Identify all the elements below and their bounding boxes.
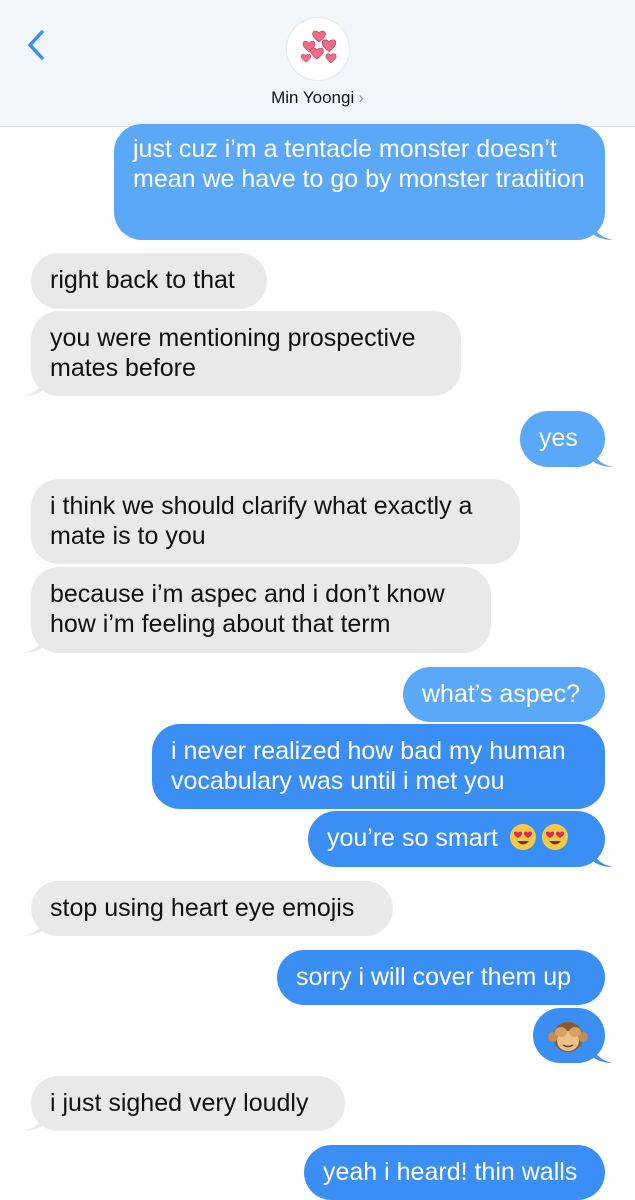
message-text: sorry i will cover them up bbox=[296, 963, 572, 991]
message-outgoing: you’re so smart bbox=[308, 811, 613, 867]
message-text: you were mentioning prospective mates be… bbox=[50, 324, 416, 382]
message-text: i just sighed very loudly bbox=[50, 1089, 309, 1117]
message-bubble[interactable]: yeah i heard! thin walls bbox=[304, 1145, 605, 1200]
see-no-evil-monkey-emoji bbox=[548, 1022, 588, 1052]
message-incoming: right back to that bbox=[31, 253, 267, 309]
message-outgoing: sorry i will cover them up bbox=[277, 950, 605, 1005]
message-text: right back to that bbox=[50, 266, 235, 294]
message-bubble[interactable]: right back to that bbox=[31, 253, 267, 309]
message-text: you’re so smart bbox=[327, 824, 498, 852]
message-outgoing: yeah i heard! thin walls bbox=[304, 1145, 605, 1200]
message-text: i never realized how bad my human vocabu… bbox=[171, 737, 566, 795]
message-text: just cuz i’m a tentacle monster doesn’t … bbox=[133, 135, 585, 193]
message-bubble[interactable]: you were mentioning prospective mates be… bbox=[23, 311, 461, 396]
bubble-tail bbox=[591, 445, 613, 467]
chevron-right-icon: › bbox=[358, 88, 364, 107]
message-incoming: you were mentioning prospective mates be… bbox=[23, 311, 461, 396]
avatar[interactable] bbox=[287, 18, 349, 80]
message-bubble[interactable]: what’s aspec? bbox=[403, 667, 605, 722]
message-text: what’s aspec? bbox=[422, 680, 580, 708]
message-text: yes bbox=[539, 424, 578, 452]
message-incoming: i just sighed very loudly bbox=[23, 1076, 345, 1131]
message-incoming: i think we should clarify what exactly a… bbox=[31, 479, 520, 564]
heart-eyes-emoji bbox=[509, 824, 536, 850]
heart-eyes-emoji bbox=[541, 824, 568, 850]
bubble-tail bbox=[23, 914, 45, 936]
message-outgoing: yes bbox=[520, 411, 613, 467]
contact-name-button[interactable]: Min Yoongi › bbox=[0, 88, 635, 108]
message-bubble[interactable]: just cuz i’m a tentacle monster doesn’t … bbox=[114, 124, 613, 240]
bubble-tail bbox=[591, 845, 613, 867]
message-outgoing: what’s aspec? bbox=[403, 667, 605, 722]
bubble-tail bbox=[23, 374, 45, 396]
message-text: because i’m aspec and i don’t know how i… bbox=[50, 580, 445, 638]
message-text: stop using heart eye emojis bbox=[50, 894, 355, 922]
message-bubble[interactable]: stop using heart eye emojis bbox=[23, 881, 393, 936]
bubble-tail bbox=[591, 218, 613, 240]
message-outgoing: just cuz i’m a tentacle monster doesn’t … bbox=[114, 124, 613, 240]
conversation-header: Min Yoongi › bbox=[0, 0, 635, 127]
message-text: yeah i heard! thin walls bbox=[323, 1158, 578, 1186]
message-outgoing bbox=[533, 1008, 613, 1063]
bubble-tail bbox=[23, 1109, 45, 1131]
message-bubble[interactable]: i never realized how bad my human vocabu… bbox=[152, 724, 605, 809]
message-bubble[interactable]: you’re so smart bbox=[308, 811, 613, 867]
message-bubble[interactable]: i think we should clarify what exactly a… bbox=[31, 479, 520, 564]
contact-name: Min Yoongi bbox=[271, 88, 355, 107]
bubble-tail bbox=[591, 1041, 613, 1063]
bubble-tail bbox=[23, 631, 45, 653]
message-incoming: because i’m aspec and i don’t know how i… bbox=[23, 567, 491, 653]
hearts-icon bbox=[300, 30, 337, 64]
message-bubble[interactable]: i just sighed very loudly bbox=[23, 1076, 345, 1131]
message-bubble[interactable]: yes bbox=[520, 411, 613, 467]
message-text: i think we should clarify what exactly a… bbox=[50, 492, 473, 550]
message-outgoing: i never realized how bad my human vocabu… bbox=[152, 724, 605, 809]
message-bubble[interactable]: because i’m aspec and i don’t know how i… bbox=[23, 567, 491, 653]
message-bubble[interactable] bbox=[533, 1008, 613, 1063]
chevron-left-icon[interactable] bbox=[22, 28, 54, 62]
message-incoming: stop using heart eye emojis bbox=[23, 881, 393, 936]
message-bubble[interactable]: sorry i will cover them up bbox=[277, 950, 605, 1005]
